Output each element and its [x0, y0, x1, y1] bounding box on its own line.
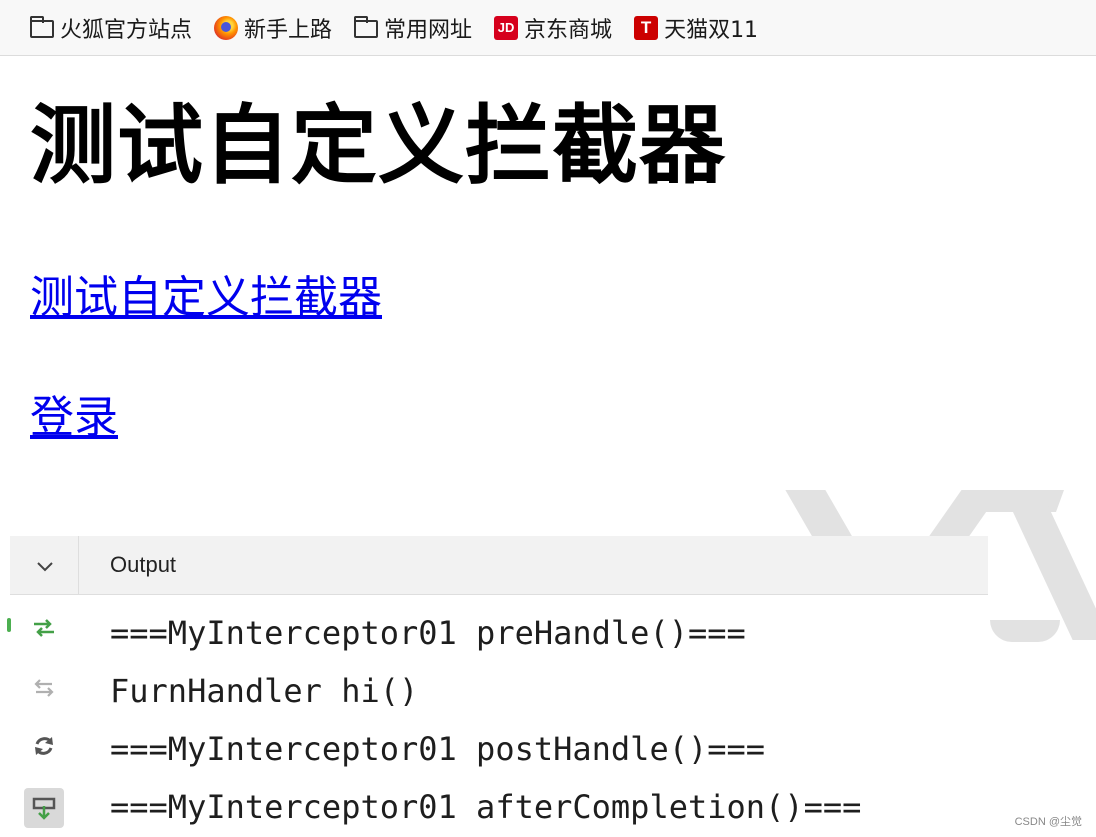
login-link[interactable]: 登录	[30, 390, 118, 446]
restore-icon	[34, 679, 54, 697]
chevron-down-icon	[37, 562, 53, 572]
bookmark-label: 天猫双11	[664, 17, 759, 43]
output-panel-header: Output	[10, 536, 988, 595]
page-heading: 测试自定义拦截器	[30, 96, 726, 196]
bookmark-label: 京东商城	[524, 17, 613, 43]
rerun-button[interactable]	[24, 608, 64, 648]
tmall-icon: T	[634, 15, 659, 40]
scroll-to-end-icon	[32, 797, 56, 820]
console-line: ===MyInterceptor01 postHandle()===	[110, 730, 766, 768]
output-toolbar	[10, 596, 78, 837]
folder-icon	[354, 15, 379, 38]
refresh-icon	[35, 737, 53, 755]
bookmark-label: 新手上路	[244, 17, 333, 43]
watermark-text: CSDN @尘觉	[1014, 816, 1082, 828]
output-panel-title: Output	[110, 552, 177, 577]
output-panel: Output ===MyInterceptor01 preHandle()===…	[10, 536, 988, 837]
bookmark-firefox-official[interactable]: 火狐官方站点	[30, 12, 192, 44]
console-line: ===MyInterceptor01 afterCompletion()===	[110, 788, 862, 826]
bookmark-jd[interactable]: JD 京东商城	[494, 12, 612, 44]
jd-icon: JD	[494, 15, 519, 40]
bookmark-label: 常用网址	[384, 17, 473, 43]
console-line: ===MyInterceptor01 preHandle()===	[110, 614, 746, 652]
bookmark-common-sites[interactable]: 常用网址	[354, 12, 472, 44]
refresh-button[interactable]	[24, 726, 64, 766]
scroll-to-end-button[interactable]	[24, 788, 64, 828]
rerun-icon	[34, 619, 54, 637]
interceptor-test-link[interactable]: 测试自定义拦截器	[30, 270, 382, 326]
firefox-icon	[214, 15, 239, 40]
bookmarks-bar: 火狐官方站点 新手上路 常用网址 JD 京东商城 T 天猫双11	[0, 0, 1096, 56]
console-output: ===MyInterceptor01 preHandle()=== FurnHa…	[110, 604, 861, 836]
gutter-marker	[7, 618, 11, 632]
folder-icon	[30, 15, 54, 38]
restore-layout-button[interactable]	[24, 668, 64, 708]
bookmark-label: 火狐官方站点	[60, 17, 193, 43]
collapse-button[interactable]	[10, 536, 79, 594]
bookmark-getting-started[interactable]: 新手上路	[214, 12, 332, 44]
bookmark-tmall[interactable]: T 天猫双11	[634, 12, 758, 44]
console-line: FurnHandler hi()	[110, 672, 419, 710]
